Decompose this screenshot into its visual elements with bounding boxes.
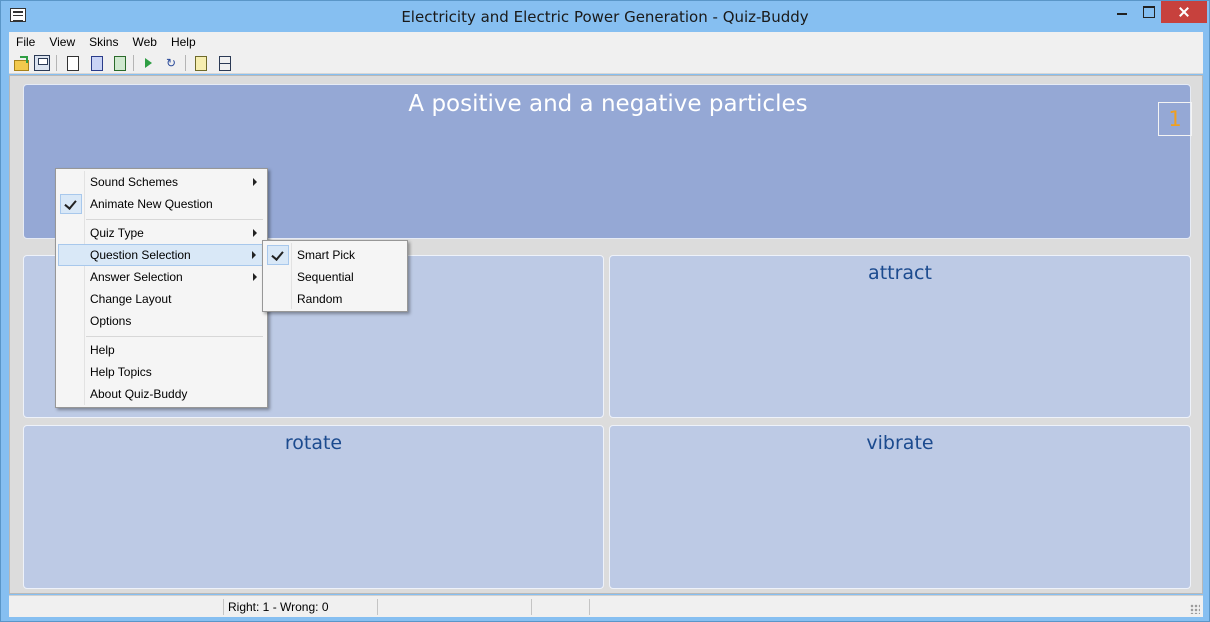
answer-text: vibrate [866,432,934,454]
question-selection-submenu: Smart Pick Sequential Random [262,240,408,312]
submenu-arrow-icon [253,273,257,281]
answer-option-4[interactable]: vibrate [609,425,1191,589]
submenu-arrow-icon [252,251,256,259]
menu-web[interactable]: Web [125,32,163,52]
submenu-arrow-icon [253,178,257,186]
menu-item-label: Smart Pick [297,248,356,262]
menu-help[interactable]: Help [164,32,203,52]
toolbar: ↻ [9,52,1203,74]
menu-item-label: Options [90,314,132,328]
menu-item-smart-pick[interactable]: Smart Pick [265,244,405,266]
menu-view[interactable]: View [42,32,82,52]
menu-item-help-topics[interactable]: Help Topics [58,361,265,383]
menu-item-label: Sound Schemes [90,175,179,189]
status-bar: Right: 1 - Wrong: 0 [9,595,1203,617]
menu-item-help[interactable]: Help [58,339,265,361]
maximize-button[interactable] [1135,1,1161,23]
menu-item-label: Question Selection [90,248,191,262]
toolbar-separator [185,55,186,71]
menu-item-animate-new-question[interactable]: Animate New Question [58,193,265,215]
menu-item-sound-schemes[interactable]: Sound Schemes [58,171,265,193]
score-status: Right: 1 - Wrong: 0 [223,599,377,615]
layout-icon[interactable] [216,55,232,71]
status-cell [589,599,647,615]
menu-item-question-selection[interactable]: Question Selection [58,244,265,266]
menu-separator [86,219,263,220]
close-button[interactable] [1161,1,1207,23]
menu-item-label: About Quiz-Buddy [90,387,188,401]
status-cell [531,599,589,615]
menu-item-label: Quiz Type [90,226,144,240]
menu-file[interactable]: File [9,32,42,52]
refresh-icon[interactable]: ↻ [163,55,179,71]
menu-item-label: Sequential [297,270,354,284]
menu-bar: File View Skins Web Help [9,32,1203,52]
menu-item-random[interactable]: Random [265,288,405,310]
question-number: 1 [1158,102,1192,136]
menu-item-sequential[interactable]: Sequential [265,266,405,288]
status-cell [377,599,531,615]
menu-item-options[interactable]: Options [58,310,265,332]
menu-item-change-layout[interactable]: Change Layout [58,288,265,310]
menu-item-quiz-type[interactable]: Quiz Type [58,222,265,244]
menu-item-label: Random [297,292,343,306]
play-icon[interactable] [140,55,156,71]
menu-item-label: Answer Selection [90,270,183,284]
new-document-icon[interactable] [64,55,80,71]
menu-item-answer-selection[interactable]: Answer Selection [58,266,265,288]
menu-item-label: Change Layout [90,292,172,306]
resize-grip[interactable] [1190,604,1200,614]
check-icon [60,194,82,214]
menu-item-about[interactable]: About Quiz-Buddy [58,383,265,405]
submenu-arrow-icon [253,229,257,237]
menu-item-label: Animate New Question [90,197,213,211]
answer-option-3[interactable]: rotate [23,425,604,589]
window-title: Electricity and Electric Power Generatio… [401,8,809,26]
save-icon[interactable] [34,55,50,71]
note-icon[interactable] [192,55,208,71]
answer-text: rotate [284,432,343,454]
document-icon[interactable] [88,55,104,71]
menu-item-label: Help [90,343,115,357]
question-text: A positive and a negative particles [408,91,808,117]
toolbar-separator [56,55,57,71]
answer-option-2[interactable]: attract [609,255,1191,418]
toolbar-separator [133,55,134,71]
check-icon [267,245,289,265]
context-menu: Sound Schemes Animate New Question Quiz … [55,168,268,408]
menu-skins[interactable]: Skins [82,32,125,52]
minimize-button[interactable] [1109,1,1135,23]
open-folder-icon[interactable] [13,55,29,71]
document-green-icon[interactable] [111,55,127,71]
menu-item-label: Help Topics [90,365,152,379]
menu-separator [86,336,263,337]
answer-text: attract [868,262,932,284]
title-bar[interactable]: Electricity and Electric Power Generatio… [1,1,1209,32]
